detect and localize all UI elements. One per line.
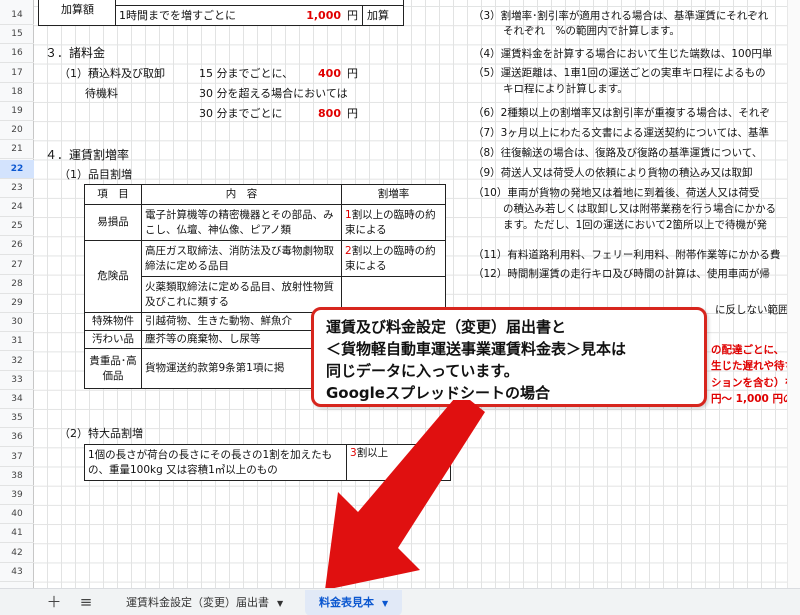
row-number[interactable]: 30 [0, 313, 34, 333]
row-number[interactable]: 35 [0, 409, 34, 429]
callout-line-1: 運賃及び料金設定（変更）届出書と [326, 318, 567, 336]
section4-sub2: （2）特大品割増 [59, 427, 143, 440]
table-header-rate: 割増率 [341, 184, 446, 205]
table-cell-content: 電子計算機等の精密機器とその部品、みこし、仏壇、神仏像、ピアノ類 [141, 204, 342, 241]
section3-wait-label: 待機料 [85, 87, 118, 100]
row-header-column[interactable]: 14 15 16 17 18 19 20 21 22 23 24 25 26 27 28 29 30 31 32 33… [0, 0, 34, 588]
vertical-scrollbar[interactable] [787, 0, 800, 588]
table-cell-rate: 1割以上の臨時の約束による [341, 204, 446, 241]
row-number[interactable]: 38 [0, 467, 34, 486]
row-number[interactable]: 36 [0, 428, 34, 448]
kasan-text: 1時間までを増すごとに [119, 9, 236, 22]
tab-fare-notification[interactable]: 運賃料金設定（変更）届出書 ▼ [112, 590, 297, 615]
row-number[interactable]: 32 [0, 352, 34, 371]
section3-item1-value: 400 [318, 67, 341, 80]
kasan-label: 加算額 [61, 3, 94, 16]
note-6: （6）2種類以上の割増率又は割引率が重複する場合は、それぞ [473, 107, 770, 119]
rate-number: 1 [345, 208, 352, 221]
row-number[interactable]: 34 [0, 390, 34, 409]
row-number[interactable]: 14 [0, 6, 34, 25]
note-9: （9）荷送人又は荷受人の依頼により貨物の積込み又は取卸 [473, 167, 753, 179]
tab-fare-sample[interactable]: 料金表見本 ▼ [305, 590, 403, 615]
table-cell-item: 特殊物件 [84, 312, 142, 331]
table-cell-content: 高圧ガス取締法、消防法及び毒物劇物取締法に定める品目 [141, 240, 342, 277]
row-number[interactable]: 39 [0, 486, 34, 505]
kasan-value: 1,000 [306, 9, 341, 22]
row-number[interactable]: 21 [0, 140, 34, 160]
row-number[interactable]: 42 [0, 544, 34, 563]
chevron-down-icon[interactable]: ▼ [382, 599, 388, 608]
section3-item1-label: （1）積込料及び取卸 [59, 67, 165, 80]
note-4: （4）運賃料金を計算する場合において生じた端数は、100円単 [473, 48, 773, 60]
rate-number: 2 [345, 244, 352, 257]
sheet-tab-bar: ＋ ≡ 運賃料金設定（変更）届出書 ▼ 料金表見本 ▼ [0, 588, 800, 615]
row-number[interactable]: 40 [0, 505, 34, 525]
table-row: 危険品 高圧ガス取締法、消防法及び毒物劇物取締法に定める品目 2割以上の臨時の約… [84, 240, 446, 313]
table-cell-item: 危険品 [84, 240, 142, 313]
table-cell-item: 貴重品･高価品 [84, 348, 142, 389]
note-3b: それぞれ %の範囲内で計算します。 [503, 25, 680, 37]
row-number[interactable]: 27 [0, 256, 34, 275]
rate-text: 割以上の臨時の約束による [345, 208, 436, 236]
note-8: （8）往復輸送の場合は、復路及び復路の基準運賃について、 [473, 147, 763, 159]
red-note-4: 円～ 1,000 円の [711, 393, 794, 405]
table-header-content: 内 容 [141, 184, 342, 205]
rate-text: 割以上の臨時の約束による [345, 244, 436, 272]
info-callout: 運賃及び料金設定（変更）届出書と ＜貨物軽自動車運送事業運賃料金表＞見本は 同じ… [311, 307, 707, 407]
row-number[interactable]: 24 [0, 198, 34, 217]
table-row: 易損品 電子計算機等の精密機器とその部品、みこし、仏壇、神仏像、ピアノ類 1割以… [84, 204, 446, 241]
row-number[interactable]: 37 [0, 448, 34, 467]
section4-title: ４．運賃割増率 [45, 148, 130, 162]
row-number[interactable]: 28 [0, 275, 34, 294]
note-10c: ます。ただし、1回の運送において2箇所以上で待機が発 [503, 219, 767, 231]
row-number[interactable]: 20 [0, 121, 34, 141]
table-cell-content: 火薬類取締法に定める品目、放射性物質及びこれに類する [141, 276, 342, 313]
note-12b: に反しない範囲 [715, 304, 789, 316]
section3-wait2-text: 30 分までごとに [199, 107, 283, 120]
row-number[interactable]: 23 [0, 179, 34, 198]
callout-line-3: 同じデータに入っています。 [326, 362, 519, 380]
table-cell-content: 1個の長さが荷台の長さにその長さの1割を加えたもの、重量100kg 又は容積1㎥… [84, 444, 347, 481]
section3-wait2-unit: 円 [347, 107, 358, 120]
row-number[interactable]: 26 [0, 236, 34, 256]
note-5b: キロ程により計算します。 [503, 83, 628, 95]
row-number[interactable]: 31 [0, 332, 34, 352]
table-cell-rate: 2割以上の臨時の約束による [341, 240, 446, 277]
row-number[interactable]: 19 [0, 102, 34, 121]
row-number[interactable]: 16 [0, 44, 34, 64]
table-cell-item: 易損品 [84, 204, 142, 241]
section3-item1-text: 15 分までごとに、 [199, 67, 294, 80]
note-11: （11）有料道路利用料、フェリー利用料、附帯作業等にかかる費 [473, 249, 781, 261]
section3-title: ３．諸料金 [45, 46, 106, 60]
row-number[interactable]: 41 [0, 524, 34, 544]
row-number[interactable]: 17 [0, 64, 34, 83]
row-number[interactable]: 15 [0, 25, 34, 45]
row-number[interactable]: 33 [0, 371, 34, 390]
chevron-down-icon[interactable]: ▼ [277, 599, 283, 608]
table-cell-item: 汚わい品 [84, 330, 142, 349]
section3-item1-unit: 円 [347, 67, 358, 80]
section3-wait2-value: 800 [318, 107, 341, 120]
red-arrow-icon [325, 400, 485, 590]
note-7: （7）3ヶ月以上にわたる文書による運送契約については、基準 [473, 127, 770, 139]
row-number[interactable]: 29 [0, 294, 34, 313]
row-number[interactable]: 18 [0, 83, 34, 102]
all-sheets-menu-icon[interactable]: ≡ [74, 589, 98, 615]
tab-label: 料金表見本 [319, 596, 374, 609]
kasan-suffix: 加算 [367, 9, 389, 22]
row-number[interactable]: 43 [0, 563, 34, 582]
add-sheet-button[interactable]: ＋ [42, 589, 66, 615]
tab-label: 運賃料金設定（変更）届出書 [126, 596, 269, 609]
callout-line-2: ＜貨物軽自動車運送事業運賃料金表＞見本は [326, 340, 627, 358]
section3-wait1-text: 30 分を超える場合においては [199, 87, 348, 100]
section4-sub1: （1）品目割増 [59, 168, 132, 181]
kasan-unit: 円 [347, 9, 358, 22]
table-header-item: 項 目 [84, 184, 142, 205]
row-number[interactable]: 25 [0, 217, 34, 237]
note-12: （12）時間制運賃の走行キロ及び時間の計算は、使用車両が帰 [473, 268, 770, 280]
row-number[interactable]: 22 [0, 159, 34, 179]
